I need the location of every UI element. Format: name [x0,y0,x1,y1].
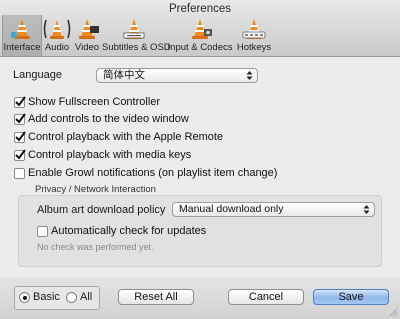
checkmark-icon [15,131,26,142]
popup-arrows-icon [246,71,253,80]
tab-label: Interface [3,42,41,53]
tab-subtitles-osd[interactable]: Subtitles & OSD [102,15,171,56]
tab-label: Input & Codecs [167,42,233,53]
all-radio[interactable] [66,292,77,303]
album-art-policy-popup[interactable]: Manual download only [172,202,375,217]
hotkeys-icon [242,19,266,39]
tab-video[interactable]: Video [72,15,102,56]
toolbar: Preferences Interface Audio Video Subtit… [0,0,400,57]
tab-label: Subtitles & OSD [102,42,171,53]
tab-label: Audio [44,42,70,53]
reset-all-button[interactable]: Reset All [118,289,194,305]
checkmark-icon [15,113,26,124]
input-codecs-icon [192,19,212,39]
video-icon [79,19,99,39]
last-check-text: No check was performed yet. [37,242,154,252]
preferences-window: Preferences Interface Audio Video Subtit… [0,0,400,319]
option-checkbox-fullscreen-controller[interactable] [14,96,26,108]
audio-icon [43,19,71,39]
option-label: Show Fullscreen Controller [28,96,161,108]
option-checkbox-growl-notifications[interactable] [14,168,25,179]
basic-radio[interactable] [19,292,30,303]
tab-hotkeys[interactable]: Hotkeys [234,15,274,56]
option-label: Control playback with media keys [28,149,192,161]
subtitles-icon [123,19,145,39]
cancel-button[interactable]: Cancel [228,289,304,305]
basic-radio-label: Basic [33,291,60,303]
checkmark-icon [15,149,26,160]
option-label: Add controls to the video window [28,113,189,125]
privacy-group-title: Privacy / Network Interaction [35,184,156,195]
interface-icon [11,19,30,39]
option-checkbox-apple-remote[interactable] [14,131,26,143]
option-label: Enable Growl notifications (on playlist … [28,167,278,179]
tab-label: Video [74,42,100,53]
resize-grip-icon[interactable] [388,307,398,317]
tab-audio[interactable]: Audio [42,15,72,56]
auto-update-label: Automatically check for updates [51,225,207,237]
tab-label: Hotkeys [236,42,272,53]
all-radio-label: All [80,291,93,303]
language-value: 简体中文 [103,69,145,81]
album-art-value: Manual download only [179,203,284,215]
popup-arrows-icon [363,205,370,214]
option-label: Control playback with the Apple Remote [28,131,224,143]
checkmark-icon [15,96,26,107]
option-checkbox-media-keys[interactable] [14,149,26,161]
option-checkbox-video-window-controls[interactable] [14,113,26,125]
save-button[interactable]: Save [313,289,389,305]
auto-update-checkbox[interactable] [37,226,48,237]
language-popup[interactable]: 简体中文 [96,68,258,83]
tab-input-codecs[interactable]: Input & Codecs [166,15,234,56]
tab-interface[interactable]: Interface [2,15,42,56]
window-title: Preferences [168,3,231,15]
language-label: Language [13,69,62,81]
album-art-label: Album art download policy [37,204,166,216]
